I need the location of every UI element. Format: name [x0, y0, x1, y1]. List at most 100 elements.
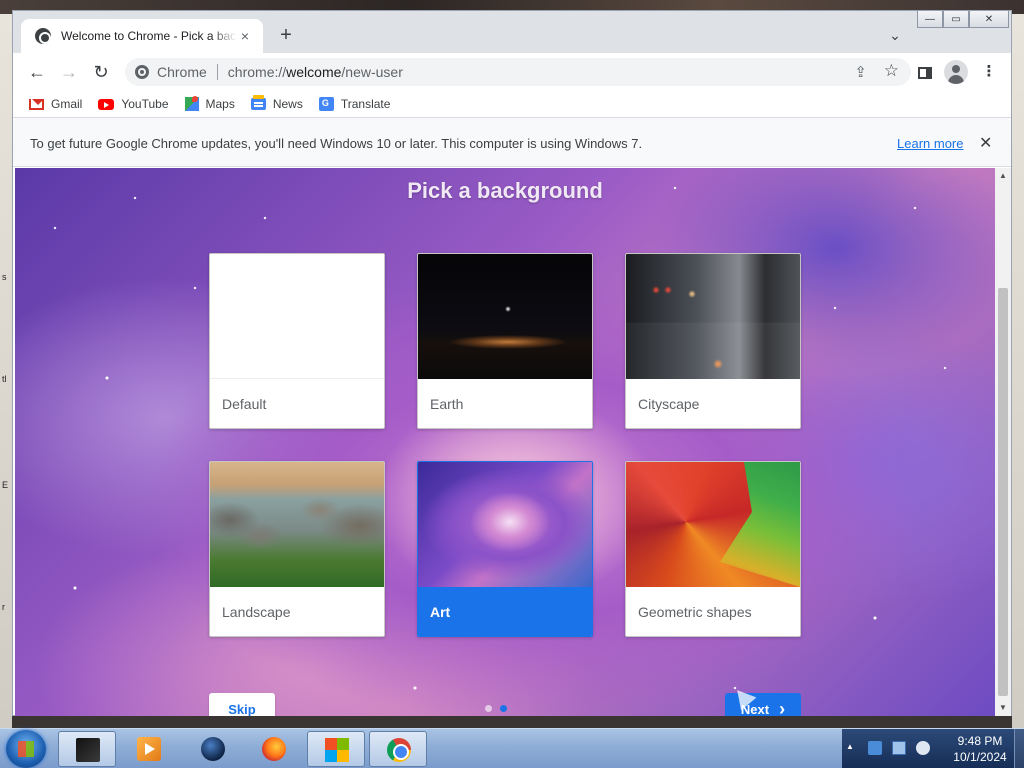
taskbar-app-media-player[interactable]: [120, 731, 178, 767]
chevron-right-icon: ›: [779, 698, 786, 717]
start-button[interactable]: [6, 730, 46, 768]
tab-close-icon[interactable]: ×: [237, 28, 253, 44]
reload-icon[interactable]: ↻: [89, 60, 113, 84]
youtube-icon: [98, 98, 115, 110]
tab-title: Welcome to Chrome - Pick a background: [61, 29, 237, 43]
address-separator: [216, 64, 218, 80]
system-tray: ▲ 9:48 PM 10/1/2024: [842, 729, 1024, 768]
address-bar[interactable]: Chrome chrome://welcome/new-user ⇪ ☆: [125, 58, 911, 86]
background-thumbnail: [210, 462, 384, 587]
chrome-window: Welcome to Chrome - Pick a background × …: [12, 10, 1012, 716]
bookmark-maps[interactable]: Maps: [184, 96, 235, 111]
site-chip-label: Chrome: [157, 64, 207, 80]
news-icon: [250, 95, 266, 110]
background-thumbnail: [418, 462, 592, 587]
scroll-up-icon[interactable]: ▲: [995, 168, 1011, 184]
background-option-earth[interactable]: Earth: [417, 253, 593, 429]
taskbar-app-chrome[interactable]: [369, 731, 427, 767]
new-tab-button[interactable]: +: [275, 24, 297, 46]
action-center-flag-icon[interactable]: [868, 741, 882, 755]
background-option-landscape[interactable]: Landscape: [209, 461, 385, 637]
bookmark-translate[interactable]: Translate: [318, 97, 390, 111]
window-controls: — ▭ ✕: [917, 11, 1011, 29]
forward-arrow-icon[interactable]: →: [57, 60, 81, 84]
welcome-page: Pick a background Default Earth Cityscap…: [15, 168, 995, 716]
menu-dots-icon[interactable]: ⋮: [978, 61, 1000, 83]
tab-search-chevron-icon[interactable]: ⌄: [885, 25, 905, 45]
desktop-text-fragment: r: [2, 602, 5, 612]
background-option-cityscape[interactable]: Cityscape: [625, 253, 801, 429]
bookmark-youtube[interactable]: YouTube: [98, 97, 169, 111]
background-thumbnail: [626, 254, 800, 379]
globe-app-icon: [201, 737, 225, 761]
desktop-text-fragment: E: [2, 480, 9, 490]
minimize-button[interactable]: —: [917, 11, 943, 28]
bookmarks-bar: Gmail YouTube Maps News Translate: [13, 91, 1011, 117]
gmail-icon: [29, 98, 44, 110]
background-option-label: Art: [418, 587, 592, 636]
scroll-down-icon[interactable]: ▼: [995, 700, 1011, 716]
office-icon: [325, 738, 349, 762]
page-title: Pick a background: [407, 178, 603, 203]
taskbar-app-office[interactable]: [307, 731, 365, 767]
page-dot: [485, 705, 492, 712]
maps-icon: [184, 96, 199, 111]
infobar-message: To get future Google Chrome updates, you…: [30, 136, 643, 151]
back-arrow-icon[interactable]: ←: [25, 60, 49, 84]
url-path: /new-user: [341, 64, 403, 80]
translate-icon: [318, 97, 334, 111]
desktop-edge-right: [1012, 14, 1024, 728]
clock-time: 9:48 PM: [957, 734, 1003, 748]
page-scrollbar[interactable]: ▲ ▼: [995, 168, 1011, 716]
virtual-machine-icon: [76, 738, 100, 762]
taskbar-app-virtual-machine[interactable]: [58, 731, 116, 767]
profile-avatar-icon[interactable]: [944, 60, 968, 84]
background-thumbnail: [418, 254, 592, 379]
chrome-site-icon: [135, 65, 149, 79]
background-option-art[interactable]: Art: [417, 461, 593, 637]
side-panel-icon[interactable]: [918, 67, 932, 79]
background-option-label: Earth: [430, 395, 464, 412]
background-option-label: Landscape: [222, 603, 291, 620]
update-infobar: To get future Google Chrome updates, you…: [13, 117, 1011, 167]
scroll-thumb[interactable]: [998, 288, 1008, 696]
firefox-icon: [262, 737, 286, 761]
background-option-label: Cityscape: [638, 395, 700, 412]
background-thumbnail: [210, 254, 384, 379]
taskbar-app-globe[interactable]: [184, 731, 242, 767]
volume-icon[interactable]: [916, 741, 930, 755]
url-scheme: chrome://: [227, 64, 287, 80]
show-desktop-button[interactable]: [1014, 729, 1024, 768]
tab-welcome[interactable]: Welcome to Chrome - Pick a background ×: [21, 19, 263, 53]
address-url[interactable]: chrome://welcome/new-user: [228, 64, 403, 80]
skip-button[interactable]: Skip: [209, 693, 275, 716]
background-thumbnail: [626, 462, 800, 587]
bookmark-gmail[interactable]: Gmail: [29, 97, 82, 111]
windows-taskbar: ▲ 9:48 PM 10/1/2024: [0, 728, 1024, 768]
network-icon[interactable]: [892, 741, 906, 755]
infobar-close-icon[interactable]: ✕: [979, 133, 992, 153]
bookmark-label: Maps: [205, 97, 235, 111]
clock[interactable]: 9:48 PM 10/1/2024: [938, 733, 1022, 765]
learn-more-link[interactable]: Learn more: [897, 136, 963, 151]
page-indicator: [485, 705, 507, 712]
background-option-default[interactable]: Default: [209, 253, 385, 429]
tray-expand-icon[interactable]: ▲: [846, 742, 854, 751]
background-grid: Default Earth Cityscape Landscape Art Ge…: [209, 253, 801, 637]
background-option-label: Geometric shapes: [638, 603, 752, 620]
media-player-icon: [137, 737, 161, 761]
bookmark-star-icon[interactable]: ☆: [884, 61, 899, 81]
desktop-text-fragment: tl: [2, 374, 7, 384]
bookmark-label: News: [272, 97, 303, 111]
maximize-button[interactable]: ▭: [943, 11, 969, 28]
clock-date: 10/1/2024: [953, 750, 1007, 764]
taskbar-app-firefox[interactable]: [245, 731, 303, 767]
url-host: welcome: [286, 64, 342, 80]
chrome-icon: [387, 738, 411, 762]
bookmark-label: Gmail: [51, 97, 83, 111]
share-icon[interactable]: ⇪: [854, 63, 867, 81]
chrome-favicon-icon: [35, 28, 51, 44]
window-close-button[interactable]: ✕: [969, 11, 1009, 28]
bookmark-news[interactable]: News: [250, 95, 303, 111]
background-option-geometric-shapes[interactable]: Geometric shapes: [625, 461, 801, 637]
